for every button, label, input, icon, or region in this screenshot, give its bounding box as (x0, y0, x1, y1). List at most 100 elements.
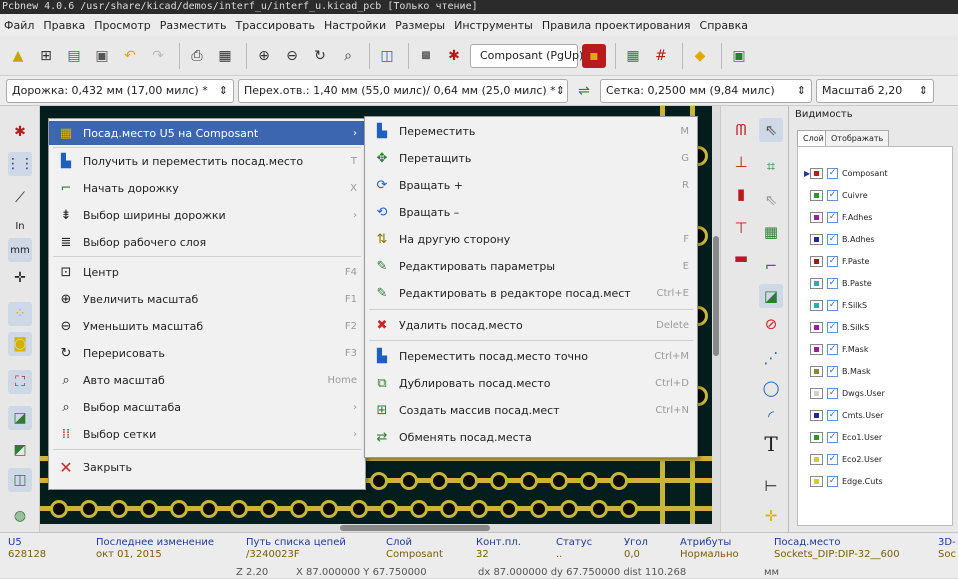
layer-row[interactable]: ✓ B.Paste (802, 275, 872, 291)
interactive-router-icon[interactable]: ◆ (688, 44, 712, 68)
submenu-rotate-ccw[interactable]: ⟲ Вращать – (365, 200, 697, 224)
undo-icon[interactable]: ↶ (118, 44, 142, 68)
layer-row[interactable]: ✓ Edge.Cuts (802, 473, 883, 489)
scripting-console-icon[interactable]: ▣ (727, 44, 751, 68)
layer-row[interactable]: ✓ Dwgs.User (802, 385, 885, 401)
submenu-flip[interactable]: ⇅ На другую сторону F (365, 227, 697, 251)
submenu-move[interactable]: ▙ Переместить M (365, 119, 697, 143)
module-ratsnest-icon[interactable]: ◙ (8, 332, 32, 356)
menu-grid-select[interactable]: ⁞⁞ Выбор сетки › (49, 422, 365, 446)
menu-dimensions[interactable]: Размеры (395, 19, 445, 32)
cursor-shape-icon[interactable]: ✛ (8, 266, 32, 290)
zoom-fit-icon[interactable]: ⌕ (336, 44, 360, 68)
menu-select-working-layer[interactable]: ≣ Выбор рабочего слоя (49, 230, 365, 254)
module-tool-icon[interactable]: ⇖ (759, 188, 783, 212)
auto-delete-track-icon[interactable]: ⛶ (8, 370, 32, 394)
submenu-delete-footprint[interactable]: ✖ Удалить посад.место Delete (365, 313, 697, 337)
zoom-out-icon[interactable]: ⊖ (280, 44, 304, 68)
new-board-icon[interactable]: ▲ (6, 44, 30, 68)
layer-row[interactable]: ✓ F.Paste (802, 253, 869, 269)
layer-row[interactable]: ✓ F.Adhes (802, 209, 872, 225)
track-width-select[interactable]: Дорожка: 0,432 мм (17,00 милс) * ⇕ (6, 78, 234, 103)
microwave-icon[interactable]: ▬ (729, 246, 753, 270)
menu-file[interactable]: Файл (4, 19, 34, 32)
menu-zoom-select[interactable]: ⌕ Выбор масштаба › (49, 395, 365, 419)
submenu-rotate-cw[interactable]: ⟳ Вращать + R (365, 173, 697, 197)
menu-zoom-out[interactable]: ⊖ Уменьшить масштаб F2 (49, 314, 365, 338)
pad-sketch-icon[interactable]: ◫ (8, 468, 32, 492)
mode-track-icon[interactable]: ⊤ (729, 216, 753, 240)
open-icon[interactable]: ▤ (62, 44, 86, 68)
context-menu-footprint-header[interactable]: ▦ Посад.место U5 на Composant › (49, 121, 365, 145)
add-zone-icon[interactable]: ◪ (759, 284, 783, 308)
menu-preferences[interactable]: Настройки (324, 19, 386, 32)
add-text-icon[interactable]: T (759, 432, 783, 456)
horizontal-scrollbar[interactable] (40, 524, 712, 532)
units-mm-icon[interactable]: mm (8, 238, 32, 262)
ratsnest-icon[interactable]: ⁘ (8, 302, 32, 326)
layer-pair-icon[interactable]: ▪ (582, 43, 606, 68)
menu-design-rules[interactable]: Правила проектирования (542, 19, 691, 32)
tab-render[interactable]: Отображать (825, 130, 890, 146)
grid-icon[interactable]: ▦ (621, 44, 645, 68)
menu-tools[interactable]: Инструменты (454, 19, 533, 32)
layer-select[interactable]: Composant (PgUp)⇕ (470, 43, 593, 68)
layer-row[interactable]: ✓ F.SilkS (802, 297, 867, 313)
add-keepout-icon[interactable]: ⊘ (759, 312, 783, 336)
add-line-icon[interactable]: ⋰ (759, 346, 783, 370)
units-inch-icon[interactable]: In (8, 214, 32, 238)
layer-row[interactable]: ✓ B.Mask (802, 363, 871, 379)
menu-route[interactable]: Трассировать (236, 19, 316, 32)
netlist-icon[interactable]: ▩ (414, 44, 438, 68)
vertical-scrollbar[interactable] (712, 106, 720, 532)
submenu-duplicate[interactable]: ⧉ Дублировать посад.место Ctrl+D (365, 371, 697, 395)
layer-row[interactable]: ✓ F.Mask (802, 341, 868, 357)
add-arc-icon[interactable]: ◜ (759, 404, 783, 428)
add-tracks-icon[interactable]: ⌐ (759, 254, 783, 278)
via-sketch-icon[interactable]: ◍ (8, 504, 32, 528)
menu-edit[interactable]: Правка (43, 19, 85, 32)
menu-redraw[interactable]: ↻ Перерисовать F3 (49, 341, 365, 365)
add-dimension-icon[interactable]: ⊢ (759, 474, 783, 498)
submenu-exchange-footprints[interactable]: ⇄ Обменять посад.места (365, 425, 697, 449)
layer-row[interactable]: ✓ Eco2.User (802, 451, 882, 467)
layer-color-swatch[interactable] (814, 170, 819, 176)
auto-track-width-icon[interactable]: ⇌ (572, 79, 596, 103)
page-settings-icon[interactable]: ⊞ (34, 44, 58, 68)
grid-select[interactable]: Сетка: 0,2500 мм (9,84 милс) ⇕ (600, 78, 812, 103)
menu-help[interactable]: Справка (700, 19, 748, 32)
layer-row[interactable]: ✓ Cmts.User (802, 407, 883, 423)
highlight-net-icon[interactable]: ᗰ (729, 118, 753, 142)
drc-icon[interactable]: ✱ (442, 44, 466, 68)
redraw-icon[interactable]: ↻ (308, 44, 332, 68)
menu-zoom-in[interactable]: ⊕ Увеличить масштаб F1 (49, 287, 365, 311)
submenu-create-array[interactable]: ⊞ Создать массив посад.мест Ctrl+N (365, 398, 697, 422)
layer-row-composant[interactable]: ▶ ✓ Composant (802, 165, 888, 181)
redo-icon[interactable]: ↷ (146, 44, 170, 68)
menu-begin-track[interactable]: ⌐ Начать дорожку X (49, 176, 365, 200)
add-footprint-tool-icon[interactable]: ▦ (759, 220, 783, 244)
print-icon[interactable]: ⎙ (185, 44, 209, 68)
menu-close[interactable]: ✕ Закрыть (49, 455, 365, 479)
add-footprint-icon[interactable]: ▮ (729, 182, 753, 206)
menu-center[interactable]: ⊡ Центр F4 (49, 260, 365, 284)
zoom-in-icon[interactable]: ⊕ (252, 44, 276, 68)
menu-view[interactable]: Просмотр (94, 19, 150, 32)
save-icon[interactable]: ▣ (90, 44, 114, 68)
menu-zoom-auto[interactable]: ⌕ Авто масштаб Home (49, 368, 365, 392)
zone-outline-icon[interactable]: ◩ (8, 438, 32, 462)
polar-coords-icon[interactable]: ⟋ (8, 186, 32, 210)
submenu-edit-in-footprint-editor[interactable]: ✎ Редактировать в редакторе посад.мест Ctr… (365, 281, 697, 305)
submenu-move-exact[interactable]: ▙ Переместить посад.место точно Ctrl+M (365, 344, 697, 368)
menu-select-track-width[interactable]: ⇟ Выбор ширины дорожки › (49, 203, 365, 227)
menu-place[interactable]: Разместить (160, 19, 227, 32)
layer-row[interactable]: ✓ B.SilkS (802, 319, 869, 335)
ratsnest-tool-icon[interactable]: ⌗ (759, 154, 783, 178)
local-ratsnest-icon[interactable]: ⊥ (729, 150, 753, 174)
layer-row[interactable]: ✓ Eco1.User (802, 429, 882, 445)
place-anchor-icon[interactable]: ✛ (759, 504, 783, 528)
zone-fill-icon[interactable]: ◪ (8, 406, 32, 430)
layer-row[interactable]: ✓ Cuivre (802, 187, 868, 203)
plot-icon[interactable]: ▦ (213, 44, 237, 68)
via-size-select[interactable]: Перех.отв.: 1,40 мм (55,0 милс)/ 0,64 мм… (238, 78, 568, 103)
